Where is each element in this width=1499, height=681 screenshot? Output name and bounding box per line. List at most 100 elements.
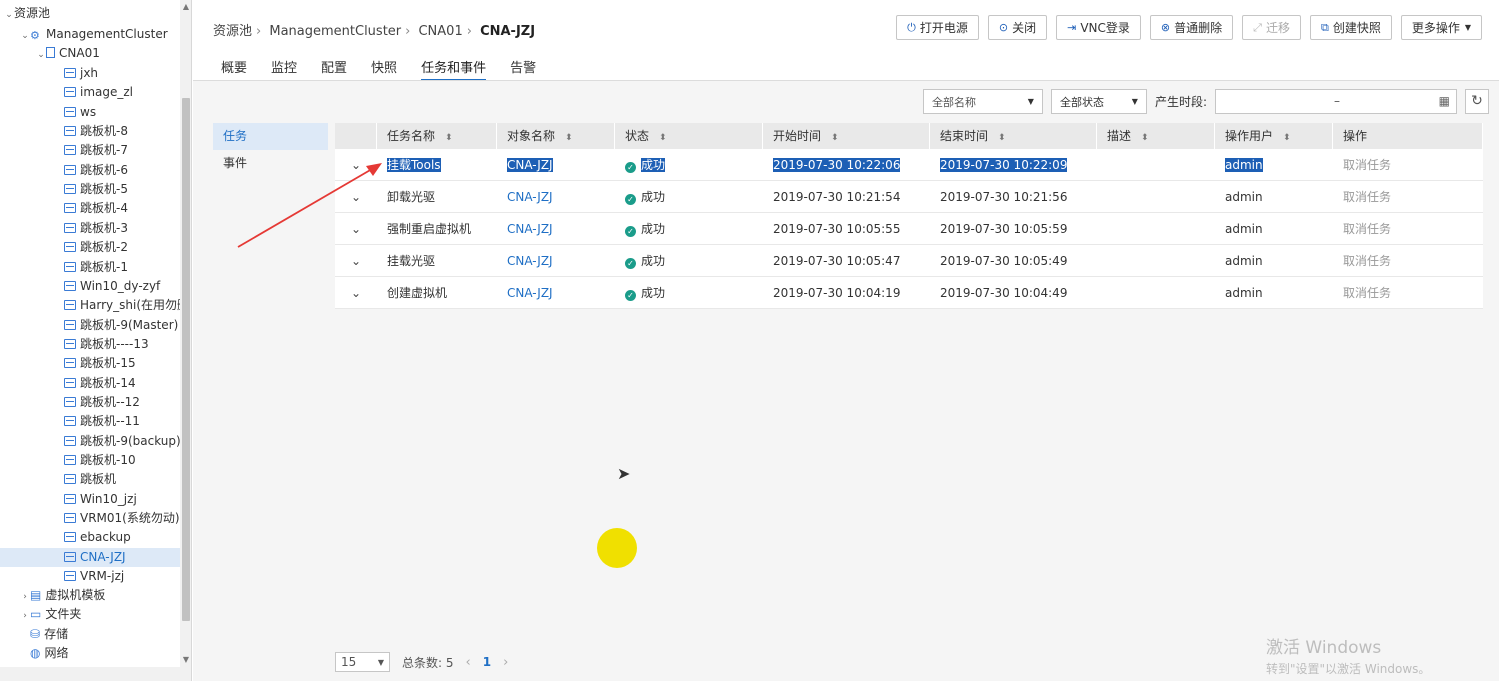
column-header[interactable]: 操作用户 ⬍ [1215, 123, 1333, 149]
tree-vm-item[interactable]: ebackup [0, 528, 131, 547]
tree-vm-item[interactable]: image_zl [0, 83, 133, 102]
chevron-down-icon[interactable]: ⌄ [36, 46, 46, 65]
tab-summary[interactable]: 概要 [221, 57, 247, 81]
tree-vm-item[interactable]: 跳板机----13 [0, 335, 149, 354]
status-filter-select[interactable]: 全部状态 ▼ [1050, 89, 1147, 114]
tab-monitor[interactable]: 监控 [271, 57, 297, 81]
breadcrumb-item[interactable]: ManagementCluster [269, 24, 401, 39]
scroll-down-icon[interactable]: ▼ [180, 653, 191, 667]
current-page[interactable]: 1 [483, 655, 491, 669]
tree-vm-item[interactable]: 跳板机-10 [0, 451, 136, 470]
scrollbar-thumb[interactable] [182, 98, 190, 621]
tree-group-item[interactable]: ◍ 网络 [0, 644, 69, 663]
next-page-icon[interactable]: › [503, 655, 508, 670]
delete-button[interactable]: ⊗ 普通删除 [1149, 15, 1234, 40]
tree-vm-item[interactable]: jxh [0, 64, 98, 83]
tree-vertical-scrollbar[interactable]: ▲ ▼ [180, 0, 191, 681]
sort-icon[interactable]: ⬍ [1283, 133, 1291, 143]
chevron-down-icon[interactable]: ⌄ [351, 158, 361, 172]
name-filter-select[interactable]: 全部名称 ▼ [922, 89, 1043, 114]
tree-vm-item[interactable]: 跳板机--12 [0, 393, 140, 412]
chevron-down-icon[interactable]: ⌄ [351, 222, 361, 236]
sort-icon[interactable]: ⬍ [445, 133, 453, 143]
power-on-button[interactable]: ⏻ 打开电源 [896, 15, 979, 40]
tree-vm-item[interactable]: 跳板机-7 [0, 141, 128, 160]
tree-vm-item[interactable]: Harry_shi(在用勿删 [0, 296, 189, 315]
tab-alarms[interactable]: 告警 [510, 57, 536, 81]
subnav-events[interactable]: 事件 [213, 150, 328, 177]
tree-cluster[interactable]: ⌄⚙ ManagementCluster [0, 25, 167, 44]
breadcrumb-item[interactable]: 资源池 [213, 24, 252, 39]
tree-vm-item[interactable]: VRM01(系统勿动) [0, 509, 180, 528]
tree-vm-item[interactable]: 跳板机 [0, 470, 116, 489]
cancel-task-link[interactable]: 取消任务 [1333, 284, 1483, 301]
column-header[interactable]: 操作 [1333, 123, 1483, 149]
object-name-cell[interactable]: CNA-JZJ [497, 254, 615, 268]
vnc-login-button[interactable]: ⇥ VNC登录 [1056, 15, 1141, 40]
tree-vm-item[interactable]: 跳板机-1 [0, 258, 128, 277]
tree-horizontal-scrollbar[interactable] [0, 667, 180, 681]
table-row[interactable]: ⌄ 挂载光驱 CNA-JZJ ✓ 成功 2019-07-30 10:05:47 2019-0… [335, 245, 1483, 277]
migrate-button[interactable]: ⤢ 迁移 [1242, 15, 1301, 40]
cancel-task-link[interactable]: 取消任务 [1333, 220, 1483, 237]
column-header[interactable]: 开始时间 ⬍ [763, 123, 930, 149]
column-header[interactable]: 描述 ⬍ [1097, 123, 1215, 149]
tree-vm-item[interactable]: VRM-jzj [0, 567, 124, 586]
object-name-cell[interactable]: CNA-JZJ [497, 286, 615, 300]
page-size-select[interactable]: 15 ▼ [335, 652, 390, 672]
tree-vm-item[interactable]: 跳板机-3 [0, 219, 128, 238]
tree-host[interactable]: ⌄ CNA01 [0, 44, 100, 63]
object-name-cell[interactable]: CNA-JZJ [497, 222, 615, 236]
cancel-task-link[interactable]: 取消任务 [1333, 252, 1483, 269]
chevron-right-icon[interactable]: › [20, 607, 30, 626]
tree-vm-item[interactable]: 跳板机-9(backup) [0, 432, 181, 451]
tree-vm-item[interactable]: Win10_jzj [0, 490, 137, 509]
chevron-down-icon[interactable]: ⌄ [351, 190, 361, 204]
tree-vm-item[interactable]: 跳板机-4 [0, 199, 128, 218]
sort-icon[interactable]: ⬍ [998, 133, 1006, 143]
prev-page-icon[interactable]: ‹ [466, 655, 471, 670]
table-row[interactable]: ⌄ 挂载Tools CNA-JZJ ✓ 成功 2019-07-30 10:22:06 201… [335, 149, 1483, 181]
scroll-up-icon[interactable]: ▲ [180, 0, 191, 14]
row-expand-cell[interactable]: ⌄ [335, 190, 377, 204]
column-header[interactable]: 结束时间 ⬍ [930, 123, 1097, 149]
tree-group-item[interactable]: › ▤ 虚拟机模板 [0, 586, 105, 605]
tree-vm-item[interactable]: 跳板机-8 [0, 122, 128, 141]
tree-vm-item[interactable]: 跳板机-2 [0, 238, 128, 257]
column-header[interactable]: 任务名称 ⬍ [377, 123, 497, 149]
tree-vm-item[interactable]: Win10_dy-zyf [0, 277, 160, 296]
cancel-task-link[interactable]: 取消任务 [1333, 188, 1483, 205]
sort-icon[interactable]: ⬍ [831, 133, 839, 143]
column-header[interactable]: 对象名称 ⬍ [497, 123, 615, 149]
table-row[interactable]: ⌄ 卸载光驱 CNA-JZJ ✓ 成功 2019-07-30 10:21:54 2019-0… [335, 181, 1483, 213]
tree-group-item[interactable]: ⛁ 存储 [0, 625, 68, 644]
chevron-right-icon[interactable]: › [20, 588, 30, 607]
tree-vm-item[interactable]: 跳板机-5 [0, 180, 128, 199]
table-row[interactable]: ⌄ 创建虚拟机 CNA-JZJ ✓ 成功 2019-07-30 10:04:19 2019-… [335, 277, 1483, 309]
shutdown-button[interactable]: ⊙ 关闭 [987, 15, 1048, 40]
row-expand-cell[interactable]: ⌄ [335, 158, 377, 172]
row-expand-cell[interactable]: ⌄ [335, 222, 377, 236]
more-actions-button[interactable]: 更多操作 ▼ [1400, 15, 1482, 40]
calendar-icon[interactable]: ▦ [1439, 94, 1450, 108]
tree-vm-item[interactable]: 跳板机--11 [0, 412, 140, 431]
breadcrumb-item[interactable]: CNA01 [418, 24, 462, 39]
sort-icon[interactable]: ⬍ [659, 133, 667, 143]
date-range-input[interactable]: – ▦ [1215, 89, 1457, 114]
tree-vm-item[interactable]: 跳板机-14 [0, 374, 136, 393]
chevron-down-icon[interactable]: ⌄ [351, 254, 361, 268]
tab-config[interactable]: 配置 [321, 57, 347, 81]
row-expand-cell[interactable]: ⌄ [335, 286, 377, 300]
object-name-cell[interactable]: CNA-JZJ [497, 190, 615, 204]
column-header[interactable]: 状态 ⬍ [615, 123, 763, 149]
table-row[interactable]: ⌄ 强制重启虚拟机 CNA-JZJ ✓ 成功 2019-07-30 10:05:55 201… [335, 213, 1483, 245]
subnav-tasks[interactable]: 任务 [213, 123, 328, 150]
tab-tasks-events[interactable]: 任务和事件 [421, 57, 487, 81]
tree-vm-item[interactable]: ws [0, 103, 96, 122]
object-name-cell[interactable]: CNA-JZJ [497, 157, 615, 172]
tree-vm-item[interactable]: 跳板机-6 [0, 161, 128, 180]
chevron-down-icon[interactable]: ⌄ [4, 6, 14, 25]
row-expand-cell[interactable]: ⌄ [335, 254, 377, 268]
refresh-button[interactable]: ↻ [1465, 89, 1489, 114]
tab-snapshot[interactable]: 快照 [371, 57, 397, 81]
